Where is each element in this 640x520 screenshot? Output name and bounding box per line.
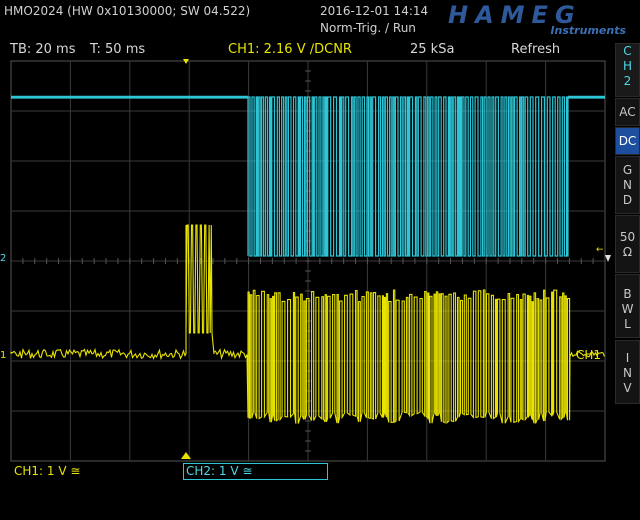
ch2-offset-right-marker (605, 255, 611, 262)
ch2-setting[interactable]: CH2: 1 V ≅ (183, 463, 328, 480)
side-coupling-dc[interactable]: DC (615, 127, 640, 155)
side-50-ohm[interactable]: 50 Ω (615, 215, 640, 273)
ch2-trigger-arrow: ← (596, 245, 604, 255)
ch2-ref-label: 2 (0, 253, 6, 264)
side-gnd[interactable]: GND (615, 156, 640, 214)
side-menu-glyph: I (625, 351, 630, 365)
side-menu-glyph: Ω (622, 245, 633, 259)
side-menu-glyph: W (621, 302, 634, 316)
side-invert[interactable]: INV (615, 340, 640, 404)
side-menu-glyph: V (623, 381, 632, 395)
ch1-ref-label: 1 (0, 350, 6, 361)
side-menu-glyph: B (623, 287, 632, 301)
side-menu-glyph: N (623, 178, 632, 192)
side-menu-glyph: N (623, 366, 632, 380)
ch2-waveform (11, 95, 605, 257)
side-menu-glyph: L (624, 317, 631, 331)
side-coupling-ac[interactable]: AC (615, 98, 640, 126)
side-menu-glyph: 2 (623, 74, 632, 88)
side-channel-ch2[interactable]: CH2 (615, 43, 640, 97)
side-menu-glyph: D (622, 193, 633, 207)
side-menu-glyph: 50 (619, 230, 636, 244)
waveform-display: ← 2 1 CH1 (0, 59, 611, 462)
side-bwl[interactable]: BWL (615, 274, 640, 338)
side-menu-glyph: G (622, 163, 633, 177)
ch1-level-label: CH1 (576, 348, 601, 362)
ch2-trace (11, 96, 605, 257)
ch1-setting[interactable]: CH1: 1 V ≅ (14, 464, 80, 478)
side-menu-glyph: H (622, 59, 633, 73)
side-menu-glyph: C (623, 44, 632, 58)
